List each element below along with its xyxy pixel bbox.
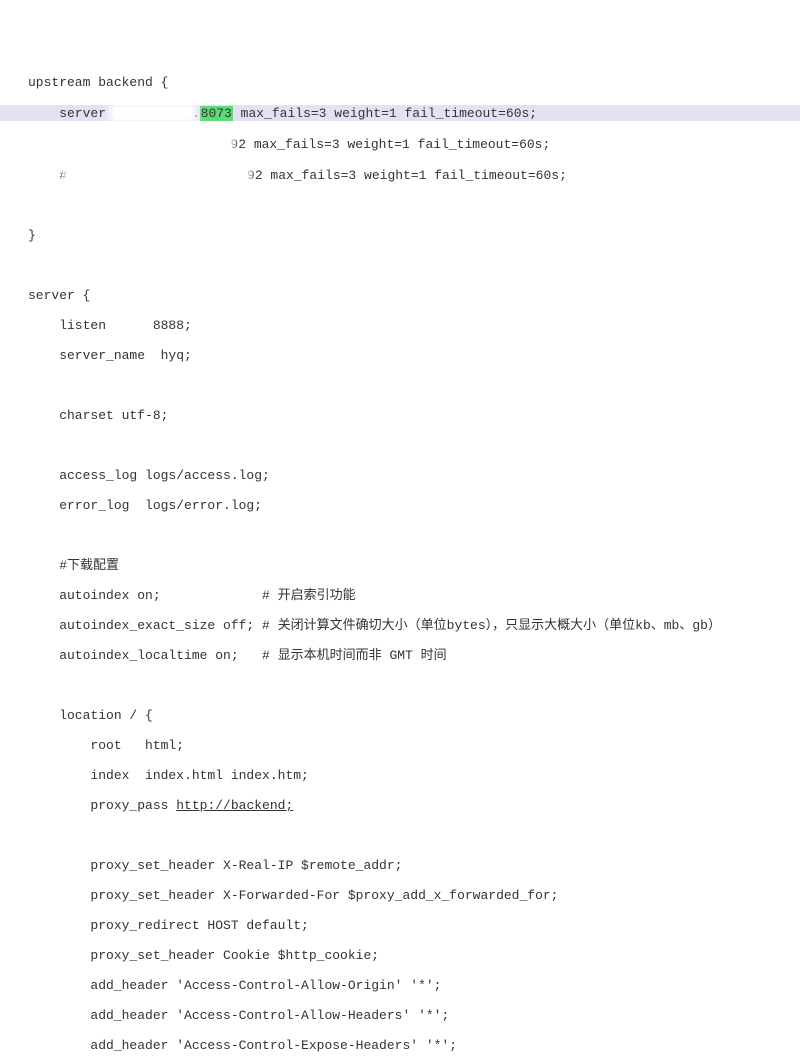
code-line: 92 max_fails=3 weight=1 fail_timeout=60s… bbox=[0, 136, 800, 152]
code-text: server { bbox=[28, 288, 90, 303]
code-line: proxy_pass http://backend; bbox=[0, 798, 800, 813]
code-text: } bbox=[28, 228, 36, 243]
code-line: server_name hyq; bbox=[0, 348, 800, 363]
code-text: access_log logs/access.log; bbox=[28, 468, 270, 483]
code-line bbox=[0, 438, 800, 453]
code-text: 92 max_fails=3 weight=1 fail_timeout=60s… bbox=[247, 168, 567, 183]
code-line: add_header 'Access-Control-Allow-Origin'… bbox=[0, 978, 800, 993]
redacted-region bbox=[114, 107, 192, 119]
code-text: root html; bbox=[28, 738, 184, 753]
code-text: max_fails=3 weight=1 fail_timeout=60s; bbox=[233, 106, 537, 121]
code-text: proxy_set_header X-Real-IP $remote_addr; bbox=[28, 858, 402, 873]
code-line-highlighted: server .8073 max_fails=3 weight=1 fail_t… bbox=[0, 105, 800, 121]
code-text: listen 8888; bbox=[28, 318, 192, 333]
code-line: proxy_set_header Cookie $http_cookie; bbox=[0, 948, 800, 963]
code-line bbox=[0, 678, 800, 693]
code-text: autoindex_localtime on; # 显示本机时间而非 GMT 时… bbox=[28, 648, 447, 663]
code-text: location / { bbox=[28, 708, 153, 723]
code-line: #92 max_fails=3 weight=1 fail_timeout=60… bbox=[0, 167, 800, 183]
redacted-region bbox=[67, 169, 247, 181]
code-line: location / { bbox=[0, 708, 800, 723]
code-text: upstream backend { bbox=[28, 75, 168, 90]
code-text: error_log logs/error.log; bbox=[28, 498, 262, 513]
code-line bbox=[0, 258, 800, 273]
code-line: #下载配置 bbox=[0, 558, 800, 573]
code-line: charset utf-8; bbox=[0, 408, 800, 423]
code-line: server { bbox=[0, 288, 800, 303]
nginx-config-code-block: upstream backend { server .8073 max_fail… bbox=[0, 60, 800, 1062]
code-text: charset utf-8; bbox=[28, 408, 168, 423]
code-text: add_header 'Access-Control-Allow-Origin'… bbox=[28, 978, 441, 993]
code-text: proxy_redirect HOST default; bbox=[28, 918, 309, 933]
code-line bbox=[0, 828, 800, 843]
code-text: proxy_set_header X-Forwarded-For $proxy_… bbox=[28, 888, 559, 903]
code-line: access_log logs/access.log; bbox=[0, 468, 800, 483]
code-line: root html; bbox=[0, 738, 800, 753]
code-line bbox=[0, 198, 800, 213]
code-text: proxy_set_header Cookie $http_cookie; bbox=[28, 948, 379, 963]
code-text: 92 max_fails=3 weight=1 fail_timeout=60s… bbox=[230, 137, 550, 152]
code-text: #下载配置 bbox=[28, 558, 119, 573]
code-line: add_header 'Access-Control-Allow-Headers… bbox=[0, 1008, 800, 1023]
code-line: index index.html index.htm; bbox=[0, 768, 800, 783]
code-text: autoindex on; # 开启索引功能 bbox=[28, 588, 356, 603]
code-text: add_header 'Access-Control-Allow-Headers… bbox=[28, 1008, 449, 1023]
code-line: autoindex_exact_size off; # 关闭计算文件确切大小（单… bbox=[0, 618, 800, 633]
code-line: proxy_set_header X-Real-IP $remote_addr; bbox=[0, 858, 800, 873]
code-text: # bbox=[28, 168, 67, 183]
code-line: } bbox=[0, 228, 800, 243]
code-line: listen 8888; bbox=[0, 318, 800, 333]
code-text: index index.html index.htm; bbox=[28, 768, 309, 783]
proxy-pass-url: http://backend; bbox=[176, 798, 293, 813]
code-line: autoindex on; # 开启索引功能 bbox=[0, 588, 800, 603]
code-text: server bbox=[28, 106, 114, 121]
code-line: proxy_set_header X-Forwarded-For $proxy_… bbox=[0, 888, 800, 903]
code-line: upstream backend { bbox=[0, 75, 800, 90]
code-text: . bbox=[192, 106, 200, 121]
code-line: autoindex_localtime on; # 显示本机时间而非 GMT 时… bbox=[0, 648, 800, 663]
code-text: add_header 'Access-Control-Expose-Header… bbox=[28, 1038, 457, 1053]
code-text: server_name hyq; bbox=[28, 348, 192, 363]
code-line: add_header 'Access-Control-Expose-Header… bbox=[0, 1038, 800, 1053]
code-line bbox=[0, 528, 800, 543]
code-text: proxy_pass bbox=[28, 798, 176, 813]
code-text: autoindex_exact_size off; # 关闭计算文件确切大小（单… bbox=[28, 618, 721, 633]
code-line: error_log logs/error.log; bbox=[0, 498, 800, 513]
code-line bbox=[0, 378, 800, 393]
code-line: proxy_redirect HOST default; bbox=[0, 918, 800, 933]
redacted-region bbox=[90, 138, 230, 150]
search-match-highlight: 8073 bbox=[200, 106, 233, 121]
